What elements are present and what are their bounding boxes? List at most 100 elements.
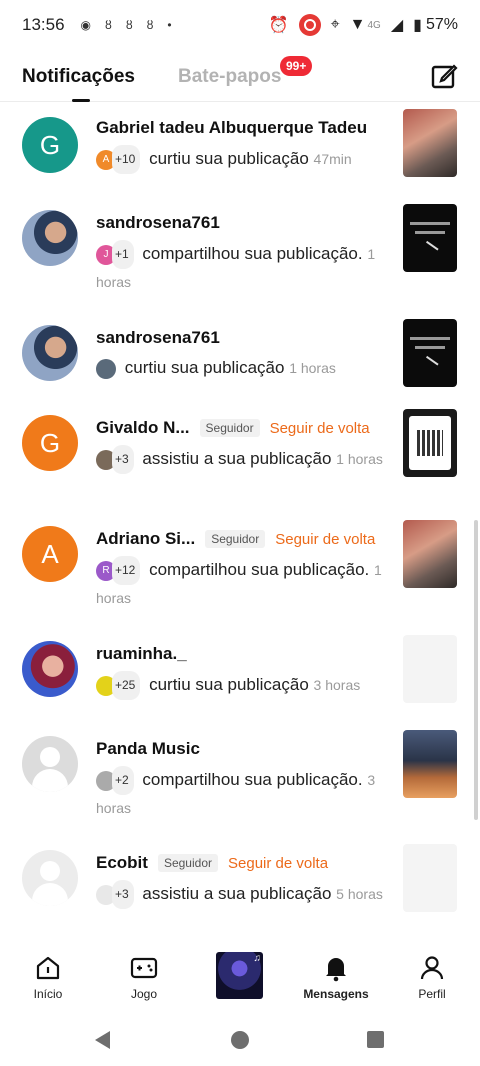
list-item[interactable]: G Gabriel tadeu Albuquerque Tadeu A +10 … [0, 109, 480, 205]
nav-messages-label: Mensagens [303, 987, 369, 1001]
notification-list: G Gabriel tadeu Albuquerque Tadeu A +10 … [0, 103, 480, 943]
dot-icon: • [167, 18, 172, 32]
location-icon: ⌖ [330, 16, 340, 33]
post-thumbnail[interactable] [403, 409, 457, 477]
avatar[interactable]: G [22, 415, 78, 471]
mini-avatar-group: +2 [96, 766, 134, 795]
recents-icon[interactable] [367, 1031, 384, 1048]
app-icon: ȣ [125, 18, 133, 32]
nav-home-label: Início [33, 987, 63, 1001]
timestamp: 1 horas [289, 360, 336, 376]
default-avatar-icon [22, 736, 78, 792]
notification-text: curtiu sua publicação 1 horas [96, 355, 392, 381]
actor-count: +3 [112, 445, 134, 474]
post-thumbnail[interactable] [403, 635, 457, 703]
list-item[interactable]: A Adriano Si... Seguidor Seguir de volta… [0, 520, 480, 636]
gamepad-icon [130, 957, 158, 979]
bell-icon [326, 958, 346, 982]
mini-avatar-group: +3 [96, 445, 134, 474]
post-thumbnail[interactable] [403, 730, 457, 798]
list-item[interactable]: Ecobit Seguidor Seguir de volta +3 assis… [0, 844, 480, 943]
app-icon: ȣ [146, 18, 154, 32]
nav-home[interactable]: Início [8, 953, 88, 1001]
home-button-icon[interactable] [231, 1031, 249, 1049]
compose-icon[interactable] [430, 62, 458, 90]
app-icon: ȣ [105, 18, 112, 32]
user-name[interactable]: sandrosena761 [96, 213, 220, 233]
follower-tag: Seguidor [199, 419, 260, 437]
actor-count: +10 [112, 145, 141, 174]
action-text: compartilhou sua publicação. [149, 559, 370, 579]
action-text: assistiu a sua publicação [142, 448, 332, 468]
actor-count: +3 [112, 880, 134, 909]
actor-count: +1 [112, 240, 134, 269]
avatar[interactable]: A [22, 526, 78, 582]
wifi-icon: ▼ [349, 16, 366, 33]
post-thumbnail[interactable] [403, 109, 457, 177]
mini-avatar-group: +3 [96, 880, 134, 909]
center-post-thumbnail[interactable]: ♫ [216, 952, 263, 999]
list-item[interactable]: G Givaldo N... Seguidor Seguir de volta … [0, 409, 480, 525]
mini-avatar-group [96, 358, 116, 379]
list-item[interactable]: sandrosena761 curtiu sua publicação 1 ho… [0, 319, 480, 420]
timestamp: 3 horas [313, 676, 361, 693]
back-icon[interactable] [95, 1031, 110, 1049]
mini-avatar-group: A +10 [96, 145, 141, 174]
post-thumbnail[interactable] [403, 520, 457, 588]
status-bar: 13:56 ◉ ȣ ȣ ȣ • ⏰ ⌖ ▼ 4G ◢ ▮ 57% [0, 0, 480, 50]
tab-notifications[interactable]: Notificações [22, 66, 135, 102]
user-name[interactable]: Adriano Si... [96, 529, 195, 549]
thumb-text-line [415, 231, 445, 234]
actor-count: +12 [112, 556, 141, 585]
action-text: curtiu sua publicação [149, 674, 309, 694]
user-name[interactable]: ruaminha._ [96, 644, 187, 664]
follower-tag: Seguidor [205, 530, 266, 548]
thumb-text-line [410, 222, 450, 225]
list-item[interactable]: Panda Music +2 compartilhou sua publicaç… [0, 730, 480, 846]
avatar[interactable] [22, 325, 78, 381]
follow-back-button[interactable]: Seguir de volta [228, 855, 328, 872]
nav-game[interactable]: Jogo [104, 953, 184, 1001]
user-name[interactable]: Panda Music [96, 739, 200, 759]
target-icon: ◉ [80, 18, 92, 32]
post-thumbnail[interactable] [403, 844, 457, 912]
follow-back-button[interactable]: Seguir de volta [275, 531, 375, 548]
mini-avatar-group: R +12 [96, 556, 141, 585]
network-type: 4G [367, 19, 381, 31]
home-icon [36, 956, 60, 980]
thumb-mark [421, 240, 439, 258]
avatar[interactable]: G [22, 117, 78, 173]
tab-chats[interactable]: Bate-papos [178, 66, 281, 88]
timestamp: 1 horas [336, 450, 383, 467]
alarm-icon: ⏰ [268, 17, 289, 34]
post-thumbnail[interactable] [403, 319, 457, 387]
bottom-nav: Início Jogo ♫ Mensagens Perfil [0, 943, 480, 1015]
notification-text: +3 assistiu a sua publicação 1 horas [96, 445, 392, 474]
thumb-mark [421, 355, 439, 373]
avatar[interactable] [22, 641, 78, 697]
list-item[interactable]: ruaminha._ +25 curtiu sua publicação 3 h… [0, 635, 480, 736]
battery-level: 57% [425, 16, 458, 33]
avatar[interactable] [22, 736, 78, 792]
avatar[interactable] [22, 210, 78, 266]
user-name[interactable]: sandrosena761 [96, 328, 220, 348]
avatar[interactable] [22, 850, 78, 906]
action-text: assistiu a sua publicação [142, 883, 332, 903]
notification-text: +3 assistiu a sua publicação 5 horas [96, 880, 392, 909]
default-avatar-icon [22, 850, 78, 906]
timestamp: 47min [313, 150, 352, 167]
action-text: compartilhou sua publicação. [142, 769, 363, 789]
list-item[interactable]: sandrosena761 J +1 compartilhou sua publ… [0, 204, 480, 320]
nav-messages[interactable]: Mensagens [296, 953, 376, 1001]
post-thumbnail[interactable] [403, 204, 457, 272]
action-text: curtiu sua publicação [124, 358, 285, 377]
battery-icon: ▮ [413, 17, 422, 34]
user-name[interactable]: Givaldo N... [96, 418, 190, 438]
user-name[interactable]: Gabriel tadeu Albuquerque Tadeu [96, 118, 367, 138]
notification-text: R +12 compartilhou sua publicação. 1 hor… [96, 556, 392, 611]
user-name[interactable]: Ecobit [96, 853, 148, 873]
status-time: 13:56 [22, 15, 65, 34]
follow-back-button[interactable]: Seguir de volta [270, 420, 370, 437]
nav-profile[interactable]: Perfil [392, 953, 472, 1001]
scrollbar[interactable] [474, 520, 478, 820]
